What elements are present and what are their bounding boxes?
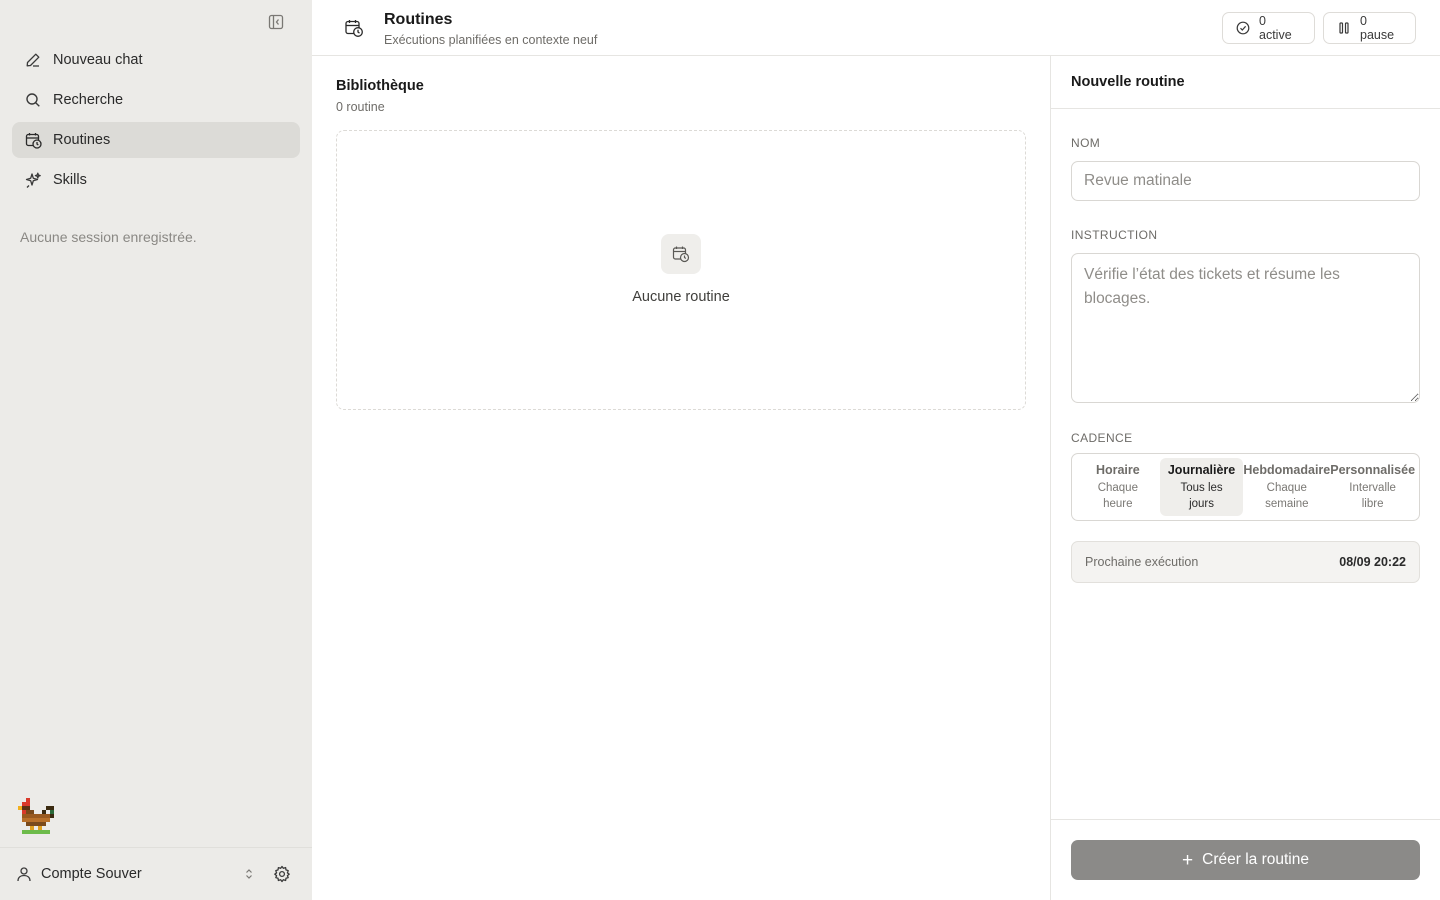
name-input[interactable] [1071, 161, 1420, 201]
pencil-icon [24, 51, 42, 69]
calendar-clock-icon [661, 234, 701, 274]
empty-state-text: Aucune routine [632, 289, 730, 305]
pause-count-label: 0 pause [1360, 14, 1395, 42]
create-routine-button[interactable]: + Créer la routine [1071, 840, 1420, 880]
sidebar-item-routines[interactable]: Routines [12, 122, 300, 158]
next-run-info: Prochaine exécution 08/09 20:22 [1071, 541, 1420, 583]
next-run-label: Prochaine exécution [1085, 555, 1199, 569]
cadence-option-desc: Chaque semaine [1265, 482, 1309, 510]
panel-divider [1051, 108, 1440, 109]
sidebar-item-new-chat[interactable]: Nouveau chat [12, 42, 300, 78]
account-name: Compte Souver [41, 866, 142, 882]
sidebar-footer: Compte Souver [0, 847, 312, 900]
cadence-option-custom[interactable]: Personnalisée Intervalle libre [1330, 458, 1415, 516]
page-header: Routines Exécutions planifiées en contex… [312, 0, 1440, 56]
create-routine-label: Créer la routine [1202, 851, 1309, 868]
cadence-selector: Horaire Chaque heure Journalière Tous le… [1071, 453, 1420, 521]
routine-library: Bibliothèque 0 routine Aucune routine [312, 56, 1050, 900]
cadence-option-desc: Tous les jours [1180, 482, 1223, 510]
sidebar-item-label: Skills [53, 172, 87, 188]
chevron-up-down-icon[interactable] [241, 866, 257, 882]
cadence-option-name: Personnalisée [1330, 463, 1416, 477]
sidebar-item-label: Recherche [53, 92, 124, 108]
library-count: 0 routine [336, 100, 385, 114]
cadence-option-desc: Intervalle libre [1349, 482, 1396, 510]
cadence-option-hourly[interactable]: Horaire Chaque heure [1076, 458, 1160, 516]
cadence-option-desc: Chaque heure [1097, 482, 1138, 510]
name-label: NOM [1071, 136, 1101, 150]
sidebar: Nouveau chat Recherche Routines Skills A… [0, 0, 312, 900]
active-count-label: 0 active [1259, 14, 1292, 42]
cadence-option-daily[interactable]: Journalière Tous les jours [1159, 458, 1244, 516]
pause-icon [1337, 21, 1351, 35]
pause-count-badge[interactable]: 0 pause [1323, 12, 1416, 44]
cadence-option-weekly[interactable]: Hebdomadaire Chaque semaine [1243, 458, 1330, 516]
panel-title: Nouvelle routine [1071, 74, 1185, 90]
panel-footer: + Créer la routine [1051, 819, 1440, 900]
plus-icon: + [1182, 849, 1194, 871]
library-title: Bibliothèque [336, 78, 424, 94]
new-routine-panel: Nouvelle routine NOM INSTRUCTION CADENCE… [1050, 56, 1440, 900]
active-count-badge[interactable]: 0 active [1222, 12, 1315, 44]
user-icon [16, 865, 34, 883]
cadence-option-name: Journalière [1167, 463, 1236, 477]
gear-icon[interactable] [273, 865, 291, 883]
calendar-clock-icon [24, 131, 42, 149]
cadence-option-name: Hebdomadaire [1243, 463, 1331, 477]
sidebar-item-label: Nouveau chat [53, 52, 143, 68]
empty-sessions-text: Aucune session enregistrée. [20, 229, 197, 245]
check-circle-icon [1236, 21, 1250, 35]
instruction-label: INSTRUCTION [1071, 228, 1158, 242]
cadence-label: CADENCE [1071, 431, 1133, 445]
rooster-mascot-icon [18, 798, 58, 838]
calendar-clock-icon [344, 18, 364, 38]
page-title: Routines [384, 11, 453, 28]
sidebar-item-label: Routines [53, 132, 111, 148]
sparkles-icon [24, 171, 42, 189]
next-run-value: 08/09 20:22 [1339, 555, 1406, 569]
account-switcher[interactable]: Compte Souver [16, 865, 142, 883]
sidebar-item-skills[interactable]: Skills [12, 162, 300, 198]
cadence-option-name: Horaire [1095, 463, 1140, 477]
search-icon [24, 91, 42, 109]
sidebar-nav: Nouveau chat Recherche Routines Skills [12, 42, 300, 202]
page-subtitle: Exécutions planifiées en contexte neuf [384, 33, 598, 47]
sidebar-item-search[interactable]: Recherche [12, 82, 300, 118]
sidebar-toggle-icon[interactable] [266, 12, 286, 32]
instruction-textarea[interactable] [1071, 253, 1420, 403]
empty-state: Aucune routine [336, 130, 1026, 410]
